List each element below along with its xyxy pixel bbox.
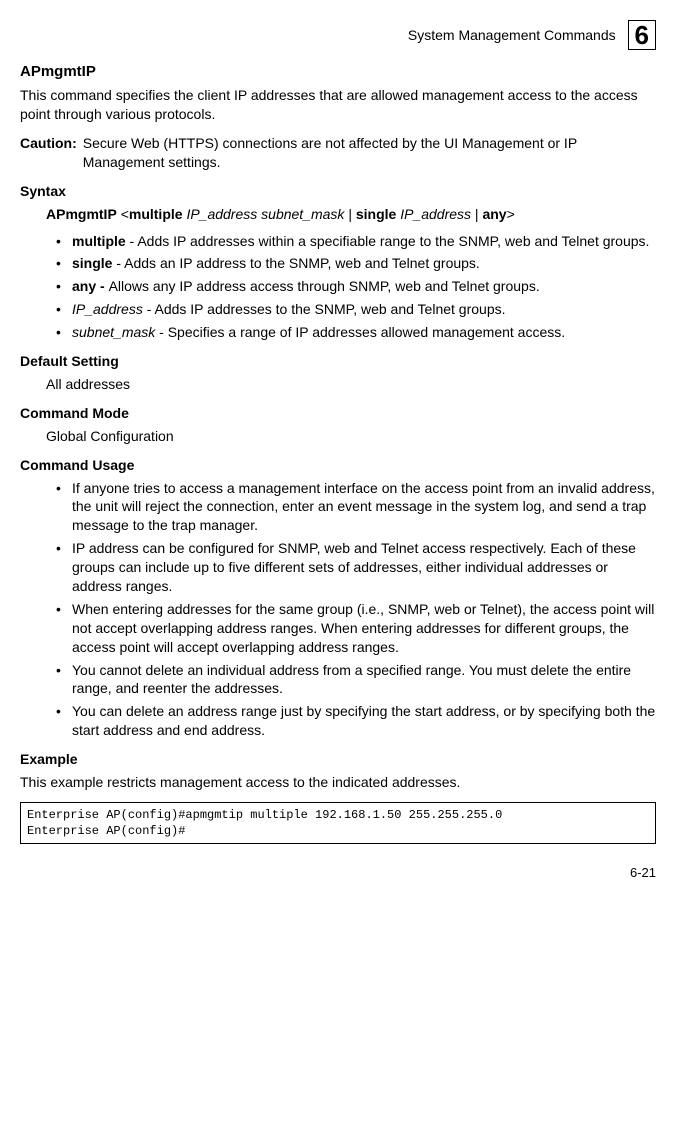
syntax-heading: Syntax — [20, 182, 656, 201]
param-desc: - Specifies a range of IP addresses allo… — [155, 324, 565, 340]
syntax-kw-any: any — [482, 206, 506, 222]
section-title: System Management Commands — [408, 26, 616, 45]
command-mode-value: Global Configuration — [46, 427, 656, 446]
param-name-bold: single — [72, 255, 112, 271]
list-item: If anyone tries to access a management i… — [56, 479, 656, 536]
syntax-arg-mask: subnet_mask — [261, 206, 344, 222]
list-item: IP_address - Adds IP addresses to the SN… — [56, 300, 656, 319]
command-usage-heading: Command Usage — [20, 456, 656, 475]
example-heading: Example — [20, 750, 656, 769]
param-name-bold: multiple — [72, 233, 126, 249]
example-code-block: Enterprise AP(config)#apmgmtip multiple … — [20, 802, 656, 844]
caution-block: Caution: Secure Web (HTTPS) connections … — [20, 134, 656, 172]
syntax-line: APmgmtIP <multiple IP_address subnet_mas… — [46, 205, 656, 224]
syntax-arg-ip2: IP_address — [400, 206, 471, 222]
param-desc: - Adds an IP address to the SNMP, web an… — [112, 255, 479, 271]
param-desc: - Adds IP addresses to the SNMP, web and… — [143, 301, 506, 317]
param-name-bold: any - — [72, 278, 109, 294]
syntax-kw-multiple: multiple — [129, 206, 183, 222]
param-name-ital: subnet_mask — [72, 324, 155, 340]
example-intro: This example restricts management access… — [20, 773, 656, 792]
syntax-kw-single: single — [356, 206, 396, 222]
list-item: You can delete an address range just by … — [56, 702, 656, 740]
syntax-params-list: multiple - Adds IP addresses within a sp… — [20, 232, 656, 342]
chapter-number-box: 6 — [628, 20, 656, 50]
list-item: multiple - Adds IP addresses within a sp… — [56, 232, 656, 251]
param-desc: - Adds IP addresses within a specifiable… — [126, 233, 650, 249]
list-item: When entering addresses for the same gro… — [56, 600, 656, 657]
syntax-close: > — [507, 206, 515, 222]
page-header: System Management Commands 6 — [20, 20, 656, 50]
default-setting-heading: Default Setting — [20, 352, 656, 371]
default-setting-value: All addresses — [46, 375, 656, 394]
syntax-pipe2: | — [471, 206, 482, 222]
param-desc: Allows any IP address access through SNM… — [109, 278, 540, 294]
command-name: APmgmtIP — [20, 62, 656, 82]
syntax-pipe1: | — [344, 206, 355, 222]
command-description: This command specifies the client IP add… — [20, 86, 656, 124]
list-item: single - Adds an IP address to the SNMP,… — [56, 254, 656, 273]
list-item: You cannot delete an individual address … — [56, 661, 656, 699]
command-mode-heading: Command Mode — [20, 404, 656, 423]
param-name-ital: IP_address — [72, 301, 143, 317]
list-item: IP address can be configured for SNMP, w… — [56, 539, 656, 596]
caution-label: Caution: — [20, 134, 77, 172]
caution-text: Secure Web (HTTPS) connections are not a… — [83, 134, 656, 172]
command-usage-list: If anyone tries to access a management i… — [20, 479, 656, 741]
page-footer: 6-21 — [20, 864, 656, 882]
syntax-open: < — [121, 206, 129, 222]
syntax-cmd: APmgmtIP — [46, 206, 117, 222]
list-item: any - Allows any IP address access throu… — [56, 277, 656, 296]
list-item: subnet_mask - Specifies a range of IP ad… — [56, 323, 656, 342]
syntax-arg-ip: IP_address — [186, 206, 257, 222]
